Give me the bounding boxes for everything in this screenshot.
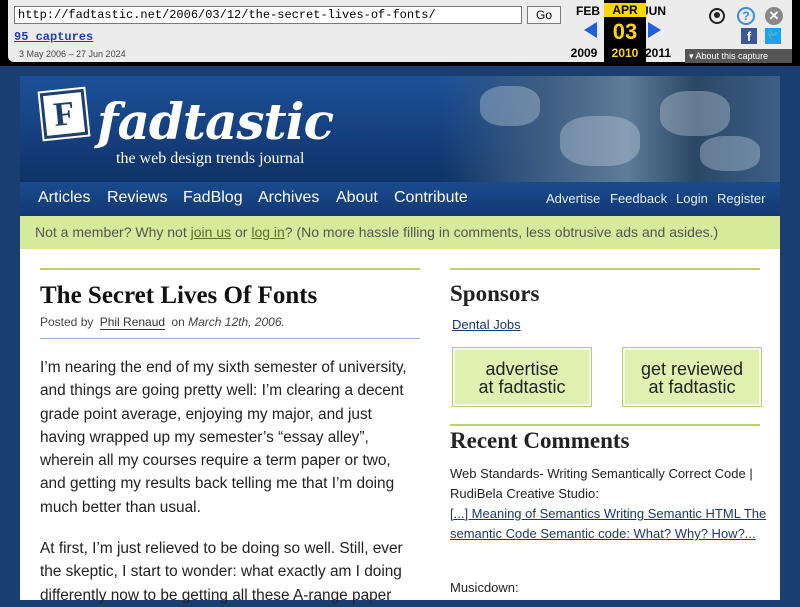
site-logo-text[interactable]: fadtastic (97, 92, 334, 151)
ad-line: advertise (485, 359, 559, 379)
nav-reviews[interactable]: Reviews (107, 189, 167, 207)
comment-source: Musicdown: (450, 580, 519, 595)
author-link[interactable]: Phil Renaud (99, 315, 166, 330)
log-in-link[interactable]: log in (251, 224, 284, 240)
close-icon[interactable]: ✕ (765, 7, 783, 25)
nav-advertise[interactable]: Advertise (546, 191, 600, 206)
nav-archives[interactable]: Archives (258, 189, 319, 207)
site-header: F fadtastic the web design trends journa… (20, 76, 780, 182)
nav-articles[interactable]: Articles (38, 189, 90, 207)
notice-text-post: ? (No more hassle filling in comments, l… (284, 224, 719, 240)
wayback-current-month: APR (604, 3, 646, 17)
wayback-prev-year[interactable]: 2009 (564, 46, 604, 60)
main-navigation: Articles Reviews FadBlog Archives About … (20, 182, 780, 216)
ad-line: get reviewed (640, 359, 744, 379)
post-divider (40, 338, 420, 339)
comment-source: Web Standards- Writing Semantically Corr… (450, 466, 753, 501)
ad-line: at fadtastic (478, 377, 566, 397)
header-artwork (440, 76, 780, 182)
about-capture-button[interactable]: ▾ About this capture (685, 49, 792, 63)
logo-icon[interactable]: F (39, 88, 89, 140)
recent-comments-heading: Recent Comments (450, 428, 630, 453)
sidebar-divider (450, 268, 760, 270)
wayback-next-arrow-icon[interactable] (648, 22, 661, 38)
post-paragraph: At first, I’m just relieved to be doing … (40, 540, 403, 604)
post-title[interactable]: The Secret Lives Of Fonts (40, 282, 317, 310)
join-us-link[interactable]: join us (191, 224, 231, 240)
wayback-url-input[interactable]: http://fadtastic.net/2006/03/12/the-secr… (14, 6, 522, 24)
post-date: March 12th, 2006. (188, 315, 285, 329)
get-reviewed-ad-button[interactable]: get reviewed at fadtastic (622, 347, 762, 407)
wayback-prev-month[interactable]: FEB (570, 4, 606, 18)
nav-contribute[interactable]: Contribute (394, 189, 468, 207)
nav-login[interactable]: Login (676, 191, 708, 206)
advertise-ad-button[interactable]: advertise at fadtastic (452, 347, 592, 407)
nav-about[interactable]: About (336, 189, 378, 207)
wayback-capture-range: 3 May 2006 – 27 Jun 2024 (19, 49, 126, 59)
nav-feedback[interactable]: Feedback (610, 191, 667, 206)
sponsor-link-dental-jobs[interactable]: Dental Jobs (452, 317, 521, 332)
on-label: on (168, 315, 189, 329)
wayback-panel: http://fadtastic.net/2006/03/12/the-secr… (8, 0, 792, 63)
wayback-current-day: 03 (612, 19, 638, 44)
post-divider-top (40, 268, 420, 270)
site-tagline: the web design trends journal (116, 150, 305, 167)
nav-fadblog[interactable]: FadBlog (183, 189, 243, 207)
posted-by-label: Posted by (40, 315, 97, 329)
ad-line: at fadtastic (648, 377, 736, 397)
sponsors-heading: Sponsors (450, 281, 540, 306)
recent-comment-item: Musicdown: (450, 578, 768, 598)
post-meta: Posted by Phil Renaud on March 12th, 200… (40, 315, 285, 330)
main-content: The Secret Lives Of Fonts Posted by Phil… (20, 249, 780, 604)
twitter-icon[interactable]: 🐦 (765, 28, 781, 44)
wayback-prev-arrow-icon[interactable] (584, 22, 597, 38)
wayback-current-year: 2010 (611, 46, 639, 60)
post-paragraph: I’m nearing the end of my sixth semester… (40, 359, 407, 516)
wayback-captures-link[interactable]: 95 captures (14, 30, 93, 44)
notice-text-pre: Not a member? Why not (35, 224, 191, 240)
user-account-icon[interactable] (709, 8, 725, 24)
site-container: F fadtastic the web design trends journa… (20, 76, 780, 604)
wayback-toolbar: http://fadtastic.net/2006/03/12/the-secr… (0, 0, 800, 66)
member-notice-bar: Not a member? Why not join us or log in?… (20, 216, 780, 249)
wayback-current-capture: APR 03 2010 (604, 0, 646, 62)
facebook-icon[interactable]: f (741, 28, 757, 44)
wayback-go-button[interactable]: Go (527, 6, 561, 24)
sidebar-divider (450, 424, 760, 426)
comment-excerpt-link[interactable]: [...] Meaning of Semantics Writing Seman… (450, 506, 766, 541)
recent-comment-item: Web Standards- Writing Semantically Corr… (450, 464, 768, 544)
help-icon[interactable]: ? (737, 7, 755, 25)
nav-register[interactable]: Register (717, 191, 765, 206)
notice-text-or: or (231, 224, 252, 240)
